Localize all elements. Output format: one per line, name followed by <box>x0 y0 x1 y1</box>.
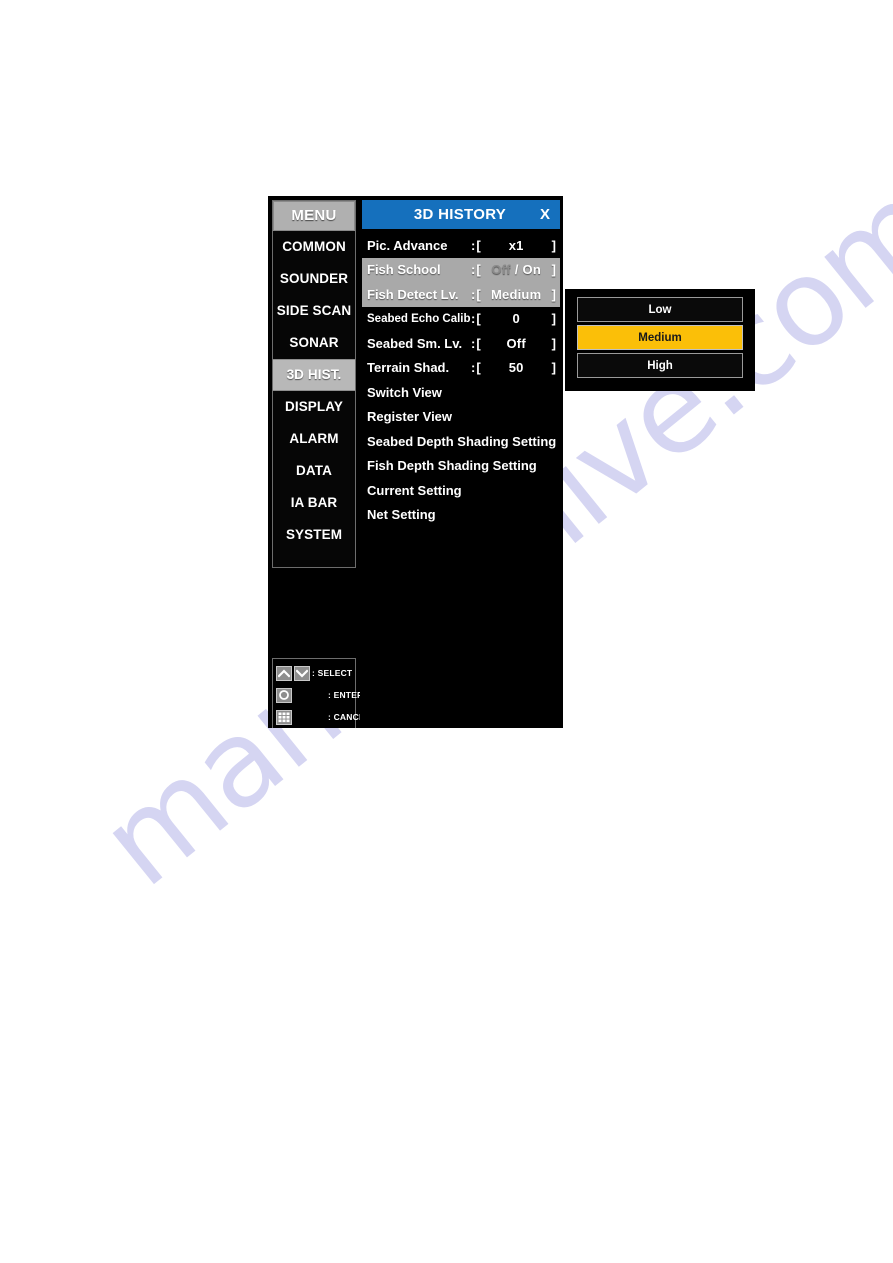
settings-row-label: Pic. Advance <box>367 237 448 253</box>
key-legend: : SELECT : ENTER: CANCEL <box>272 658 370 728</box>
settings-row-switch-view[interactable]: Switch View <box>362 380 560 405</box>
legend-row-enter: : ENTER <box>276 684 363 706</box>
settings-row-label: Net Setting <box>367 507 436 523</box>
settings-row-colon: : <box>471 335 476 351</box>
settings-row-bracket-right: ] <box>551 237 556 253</box>
settings-row-seabed-echo-calib[interactable]: Seabed Echo Calib.:[0] <box>362 307 560 332</box>
dropdown-option-high[interactable]: High <box>577 353 743 378</box>
settings-row-pic-advance[interactable]: Pic. Advance:[x1] <box>362 233 560 258</box>
settings-row-register-view[interactable]: Register View <box>362 405 560 430</box>
settings-row-value[interactable]: Off <box>481 336 552 351</box>
settings-row-colon: : <box>471 286 476 302</box>
sidebar-item-ia-bar[interactable]: IA BAR <box>273 487 355 519</box>
dropdown-option-low[interactable]: Low <box>577 297 743 322</box>
dropdown-option-medium[interactable]: Medium <box>577 325 743 350</box>
circle-icon[interactable] <box>276 687 292 703</box>
settings-row-colon: : <box>471 237 476 253</box>
keypad-grid-icon[interactable] <box>276 709 292 725</box>
toggle-option-off[interactable]: Off <box>491 262 510 277</box>
sidebar-item-data[interactable]: DATA <box>273 455 355 487</box>
toggle-separator: / <box>514 262 519 278</box>
legend-keys-enter <box>276 687 312 703</box>
chevron-up-icon[interactable] <box>276 665 292 681</box>
menu-window: MENU COMMON SOUNDER SIDE SCAN SONAR 3D HIST.… <box>268 196 563 728</box>
settings-row-value[interactable]: Medium <box>481 287 552 302</box>
settings-row-seabed-depth-shading-setting[interactable]: Seabed Depth Shading Setting <box>362 429 560 454</box>
settings-row-fish-detect-lv[interactable]: Fish Detect Lv.:[Medium] <box>362 282 560 307</box>
settings-row-label: Seabed Sm. Lv. <box>367 335 463 351</box>
legend-row-select: : SELECT <box>276 662 353 684</box>
sidebar-category-list: MENU COMMON SOUNDER SIDE SCAN SONAR 3D HIST.… <box>272 200 356 568</box>
sidebar-item-sounder[interactable]: SOUNDER <box>273 263 355 295</box>
settings-row-label: Fish Depth Shading Setting <box>367 458 537 474</box>
settings-row-fish-depth-shading-setting[interactable]: Fish Depth Shading Setting <box>362 454 560 479</box>
settings-row-colon: : <box>471 360 476 376</box>
settings-row-label: Register View <box>367 409 453 425</box>
settings-row-terrain-shad[interactable]: Terrain Shad.:[50] <box>362 356 560 381</box>
settings-row-bracket-right: ] <box>551 286 556 302</box>
settings-row-label: Fish Detect Lv. <box>367 286 459 302</box>
sidebar-item-alarm[interactable]: ALARM <box>273 423 355 455</box>
legend-label-enter: : ENTER <box>328 690 364 700</box>
chevron-down-icon[interactable] <box>294 665 310 681</box>
sidebar-item-display[interactable]: DISPLAY <box>273 391 355 423</box>
fish-detect-level-dropdown: Low Medium High <box>565 289 755 391</box>
sidebar-item-side-scan[interactable]: SIDE SCAN <box>273 295 355 327</box>
settings-panel: 3D HISTORY X Pic. Advance:[x1] Fish Schoo… <box>360 196 563 728</box>
settings-row-value[interactable]: x1 <box>481 238 552 253</box>
settings-row-current-setting[interactable]: Current Setting <box>362 478 560 503</box>
settings-row-value[interactable]: Off / On <box>481 262 552 277</box>
settings-row-seabed-sm-lv[interactable]: Seabed Sm. Lv.:[Off] <box>362 331 560 356</box>
settings-row-bracket-right: ] <box>551 360 556 376</box>
settings-row-label: Seabed Depth Shading Setting <box>367 433 557 449</box>
sidebar-item-3d-hist[interactable]: 3D HIST. <box>273 359 355 391</box>
settings-row-label: Switch View <box>367 384 442 400</box>
settings-row-label: Current Setting <box>367 482 462 498</box>
legend-keys-cancel <box>276 709 312 725</box>
close-icon[interactable]: X <box>540 206 560 223</box>
settings-row-bracket-right: ] <box>551 335 556 351</box>
settings-row-label: Fish School <box>367 262 441 278</box>
sidebar-item-system[interactable]: SYSTEM <box>273 519 355 551</box>
settings-row-colon: : <box>471 311 476 327</box>
settings-row-net-setting[interactable]: Net Setting <box>362 503 560 528</box>
legend-row-cancel: : CANCEL <box>276 706 370 728</box>
settings-row-value[interactable]: 0 <box>481 311 552 326</box>
legend-keys-select <box>276 665 312 681</box>
settings-row-value[interactable]: 50 <box>481 360 552 375</box>
sidebar: MENU COMMON SOUNDER SIDE SCAN SONAR 3D HIST.… <box>268 196 370 728</box>
settings-row-label: Terrain Shad. <box>367 360 450 376</box>
settings-row-list: Pic. Advance:[x1] Fish School:[Off / On] Fis… <box>362 229 560 527</box>
settings-row-colon: : <box>471 262 476 278</box>
settings-row-bracket-right: ] <box>551 262 556 278</box>
sidebar-item-common[interactable]: COMMON <box>273 231 355 263</box>
panel-title-bar: 3D HISTORY X <box>362 200 560 229</box>
panel-title: 3D HISTORY <box>413 206 507 223</box>
legend-label-select: : SELECT <box>312 668 353 678</box>
settings-row-label: Seabed Echo Calib. <box>367 312 471 325</box>
settings-row-fish-school[interactable]: Fish School:[Off / On] <box>362 257 560 282</box>
sidebar-item-sonar[interactable]: SONAR <box>273 327 355 359</box>
toggle-option-on[interactable]: On <box>523 262 541 277</box>
menu-header-button[interactable]: MENU <box>273 201 355 231</box>
settings-row-bracket-right: ] <box>551 311 556 327</box>
